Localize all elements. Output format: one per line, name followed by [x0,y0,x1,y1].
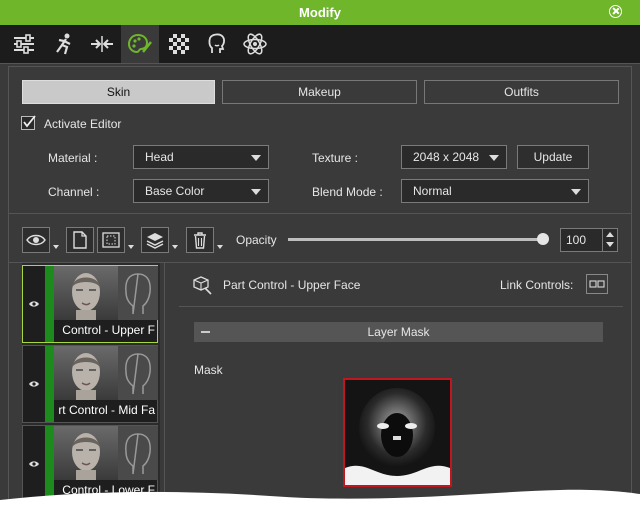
tab-skin[interactable]: Skin [22,80,215,104]
material-icon[interactable] [121,25,159,63]
face-thumbnail [54,346,118,400]
torn-edge [0,489,640,508]
face-thumbnail [54,426,118,480]
chevron-down-icon[interactable] [128,245,134,249]
link-controls-label: Link Controls: [500,278,574,292]
title-bar: Modify [0,0,640,25]
mask-thumbnail [118,346,158,400]
layer-name: Control - Upper F [62,323,155,337]
mask-thumbnail [118,426,158,480]
mask-thumbnail [118,266,158,320]
checkmark-icon [23,115,36,128]
layer-color-bar [45,346,54,422]
layer-item-upper[interactable]: Control - Upper F [22,265,158,343]
blend-mode-label: Blend Mode : [312,185,383,199]
tab-makeup[interactable]: Makeup [222,80,417,104]
opacity-slider-handle[interactable] [537,233,549,245]
chevron-down-icon[interactable] [53,245,59,249]
blend-mode-value: Normal [413,184,452,198]
atom-icon[interactable] [236,25,274,63]
tab-outfits[interactable]: Outfits [424,80,619,104]
chevron-down-icon [489,155,499,161]
update-button[interactable]: Update [517,145,589,169]
link-controls-button[interactable] [586,274,608,294]
texture-dropdown[interactable]: 2048 x 2048 [401,145,507,169]
layer-name: rt Control - Mid Fa [58,403,155,417]
mask-icon [102,232,120,248]
material-dropdown[interactable]: Head [133,145,269,169]
layer-mask-section-header[interactable]: Layer Mask [194,322,603,342]
blend-mode-dropdown[interactable]: Normal [401,179,589,203]
visibility-tool-button[interactable] [22,227,50,253]
face-icon[interactable] [198,25,236,63]
chevron-down-icon[interactable] [217,245,223,249]
window-title: Modify [299,5,341,20]
mask-tool-button[interactable] [97,227,125,253]
merge-layers-button[interactable] [141,227,169,253]
layer-item-mid[interactable]: rt Control - Mid Fa [22,345,158,423]
collapse-icon[interactable] [201,331,210,333]
checker-icon[interactable] [160,25,198,63]
texture-label: Texture : [312,151,359,165]
close-icon[interactable] [609,5,622,18]
material-value: Head [145,150,174,164]
mask-label: Mask [194,363,223,377]
link-icon [589,280,605,288]
eye-icon[interactable] [23,346,45,422]
layer-color-bar [45,266,54,342]
part-control-title: Part Control - Upper Face [223,278,361,292]
mask-texture-thumbnail[interactable] [343,378,452,487]
motion-icon[interactable] [45,25,83,63]
eye-icon [26,234,46,246]
activate-editor-checkbox[interactable] [21,115,36,130]
opacity-label: Opacity [236,233,277,247]
icon-toolbar [0,25,640,64]
chevron-down-icon[interactable] [172,245,178,249]
modify-window: Modify Skin Makeup Outfits Activate Edit… [0,0,640,508]
trash-icon [194,232,206,249]
divider [8,213,632,214]
sliders-icon[interactable] [5,25,43,63]
channel-label: Channel : [48,185,100,199]
eye-icon[interactable] [23,266,45,342]
divider [179,306,623,307]
opacity-input[interactable]: 100 [560,228,618,252]
page-icon [73,231,87,249]
layers-icon [146,233,164,249]
layer-mask-title: Layer Mask [367,325,430,339]
opacity-value: 100 [566,233,587,247]
chevron-down-icon [251,155,261,161]
opacity-slider-track[interactable] [288,238,544,241]
material-label: Material : [48,151,98,165]
activate-editor-label: Activate Editor [44,117,122,131]
layer-list[interactable]: Control - Upper F rt Control - Mid Fa Co… [22,263,160,508]
new-layer-button[interactable] [66,227,94,253]
chevron-down-icon [571,189,581,195]
opacity-stepper[interactable] [602,229,617,251]
face-thumbnail [54,266,118,320]
channel-value: Base Color [145,184,205,198]
texture-value: 2048 x 2048 [413,150,480,164]
transform-icon[interactable] [83,25,121,63]
part-control-icon [193,275,213,298]
chevron-down-icon [251,189,261,195]
delete-layer-button[interactable] [186,227,214,253]
pane-splitter[interactable] [164,263,165,508]
channel-dropdown[interactable]: Base Color [133,179,269,203]
